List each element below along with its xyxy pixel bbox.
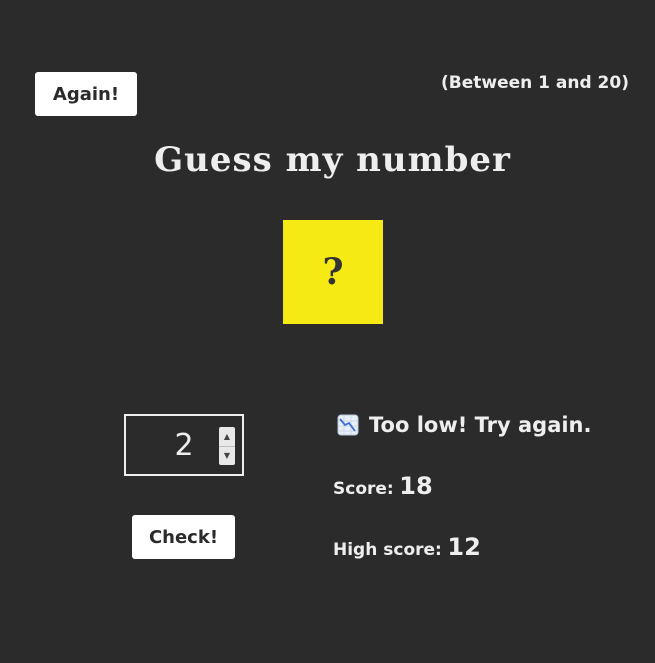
- number-spinner: ▲ ▼: [219, 427, 235, 465]
- score-label: Score:: [333, 479, 394, 499]
- score-value: 18: [399, 472, 433, 500]
- spinner-up-icon[interactable]: ▲: [219, 427, 235, 447]
- range-hint: (Between 1 and 20): [440, 73, 629, 93]
- check-button[interactable]: Check!: [132, 515, 235, 559]
- highscore-label: High score:: [333, 540, 442, 560]
- chart-decreasing-icon: [337, 414, 359, 436]
- guess-field: ▲ ▼: [124, 414, 244, 476]
- page-title: Guess my number: [154, 140, 511, 180]
- score-display: Score: 18: [333, 472, 433, 500]
- again-button[interactable]: Again!: [35, 72, 137, 116]
- secret-number-box: ?: [283, 220, 383, 324]
- highscore-value: 12: [447, 533, 481, 561]
- status-message: Too low! Try again.: [337, 413, 592, 437]
- guess-input[interactable]: [126, 416, 222, 474]
- status-message-text: Too low! Try again.: [369, 413, 592, 437]
- highscore-display: High score: 12: [333, 533, 481, 561]
- spinner-down-icon[interactable]: ▼: [219, 447, 235, 466]
